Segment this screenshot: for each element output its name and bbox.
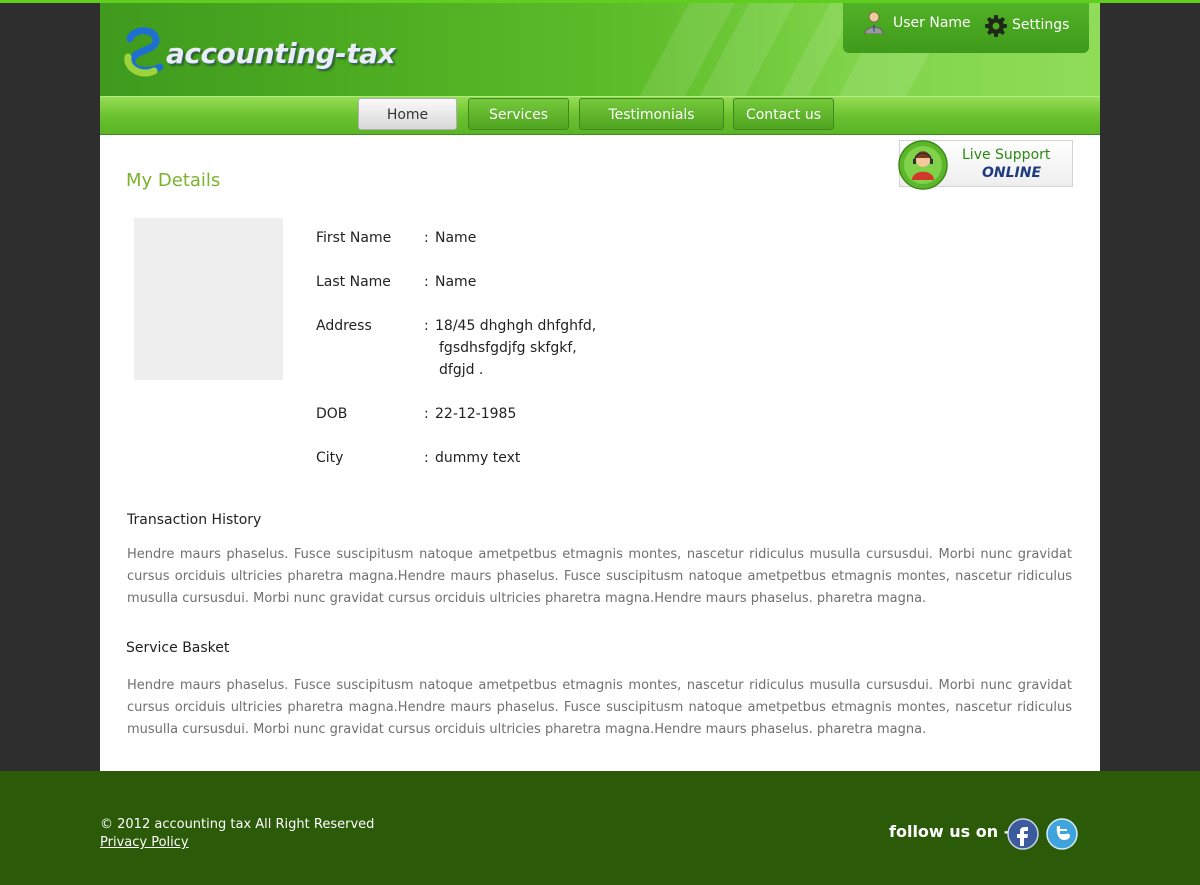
- detail-value-address-line: 18/45 dhghgh dhfghfd,: [435, 318, 597, 334]
- detail-label-last-name: Last Name: [316, 274, 391, 290]
- detail-colon: :: [424, 318, 429, 334]
- privacy-policy-link[interactable]: Privacy Policy: [100, 835, 189, 850]
- support-agent-icon: [898, 140, 948, 190]
- page-container: accounting-tax User Name Settings Home S…: [100, 3, 1100, 800]
- logo-mark-icon: [124, 27, 164, 77]
- detail-value-dob: 22-12-1985: [435, 406, 517, 422]
- service-basket-title: Service Basket: [126, 640, 230, 656]
- facebook-icon[interactable]: [1007, 818, 1039, 850]
- detail-label-address: Address: [316, 318, 372, 334]
- transaction-history-text: Hendre maurs phaselus. Fusce suscipitusm…: [127, 547, 1072, 606]
- transaction-history-title: Transaction History: [127, 512, 262, 528]
- site-header: accounting-tax User Name Settings: [100, 3, 1100, 96]
- service-basket-text: Hendre maurs phaselus. Fusce suscipitusm…: [127, 678, 1072, 737]
- detail-value-city: dummy text: [435, 450, 521, 466]
- live-support-status: ONLINE: [982, 165, 1042, 181]
- live-support-title: Live Support: [962, 147, 1051, 163]
- live-support-widget[interactable]: Live Support ONLINE: [898, 140, 1073, 190]
- page-title: My Details: [126, 170, 221, 191]
- nav-contact-us[interactable]: Contact us: [733, 98, 834, 130]
- detail-value-address-line: fgsdhsfgdjfg skfgkf,: [439, 340, 577, 356]
- profile-photo-placeholder: [134, 218, 283, 380]
- detail-label-city: City: [316, 450, 344, 466]
- logo-text: accounting-tax: [166, 37, 396, 70]
- copyright-text: © 2012 accounting tax All Right Reserved: [100, 817, 375, 832]
- detail-value-address-line: dfgjd .: [439, 362, 484, 378]
- nav-services[interactable]: Services: [468, 98, 569, 130]
- gear-icon[interactable]: [984, 14, 1008, 38]
- detail-colon: :: [424, 450, 429, 466]
- user-name-link[interactable]: User Name: [893, 15, 971, 31]
- main-nav: Home Services Testimonials Contact us: [100, 96, 1100, 135]
- detail-colon: :: [424, 230, 429, 246]
- detail-value-first-name: Name: [435, 230, 477, 246]
- user-menu: User Name Settings: [843, 3, 1089, 53]
- nav-home[interactable]: Home: [358, 98, 457, 130]
- twitter-icon[interactable]: [1046, 818, 1078, 850]
- detail-value-last-name: Name: [435, 274, 477, 290]
- detail-label-first-name: First Name: [316, 230, 392, 246]
- detail-colon: :: [424, 274, 429, 290]
- follow-us-label: follow us on -: [889, 822, 1011, 841]
- site-footer: © 2012 accounting tax All Right Reserved…: [0, 771, 1200, 885]
- nav-testimonials[interactable]: Testimonials: [579, 98, 724, 130]
- user-icon: [864, 11, 884, 34]
- detail-colon: :: [424, 406, 429, 422]
- settings-link[interactable]: Settings: [1012, 17, 1069, 33]
- detail-label-dob: DOB: [316, 406, 348, 422]
